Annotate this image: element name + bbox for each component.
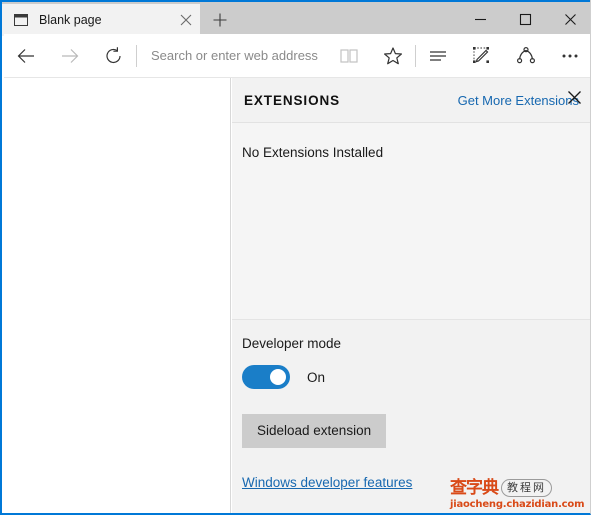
developer-mode-toggle[interactable] [242,365,290,389]
extensions-panel: EXTENSIONS Get More Extensions No Extens… [232,78,590,513]
minimize-icon [475,18,486,20]
window-controls [458,4,590,34]
close-icon [565,13,576,25]
browser-tab[interactable]: Blank page [2,4,200,36]
more-button[interactable] [548,36,590,76]
developer-mode-toggle-row: On [242,365,590,389]
hub-button[interactable] [416,36,460,76]
close-icon [567,90,581,104]
page-content [4,78,231,513]
minimize-button[interactable] [458,4,503,34]
toggle-state-label: On [307,369,326,385]
extensions-panel-header: EXTENSIONS Get More Extensions [232,78,590,123]
empty-state-message: No Extensions Installed [242,145,384,160]
windows-developer-features-link[interactable]: Windows developer features [242,475,590,490]
close-panel-button[interactable] [557,82,590,112]
tab-title: Blank page [39,13,102,27]
star-icon [384,46,402,64]
pencil-note-icon [473,46,489,63]
close-window-button[interactable] [548,4,590,34]
developer-mode-section: Developer mode On Sideload extension Win… [232,320,590,513]
navigation-toolbar [4,34,590,78]
page-title: EXTENSIONS [244,92,341,108]
title-bar: Blank page [2,0,590,36]
extensions-list: No Extensions Installed [232,123,590,320]
refresh-icon [106,46,121,63]
reading-view-button[interactable] [327,36,371,76]
favorites-button[interactable] [371,36,415,76]
web-note-button[interactable] [460,36,504,76]
maximize-button[interactable] [503,4,548,34]
page-icon [13,12,29,28]
maximize-icon [519,13,532,25]
plus-icon [213,13,227,27]
sideload-extension-button[interactable]: Sideload extension [242,414,387,448]
developer-mode-label: Developer mode [242,336,342,351]
arrow-left-icon [17,48,34,63]
book-icon [340,48,358,63]
close-icon[interactable] [172,5,200,35]
browser-window: Blank page Search or enter web address E… [0,0,591,515]
back-button[interactable] [4,36,48,76]
refresh-button[interactable] [92,36,136,76]
arrow-right-icon [62,48,79,63]
share-button[interactable] [504,36,548,76]
forward-button[interactable] [48,36,92,76]
search-input[interactable] [151,48,327,63]
new-tab-button[interactable] [202,4,238,36]
share-icon [516,46,535,63]
hub-lines-icon [430,50,446,61]
ellipsis-icon [562,54,578,57]
address-bar[interactable] [137,36,327,76]
toggle-knob [270,369,286,385]
